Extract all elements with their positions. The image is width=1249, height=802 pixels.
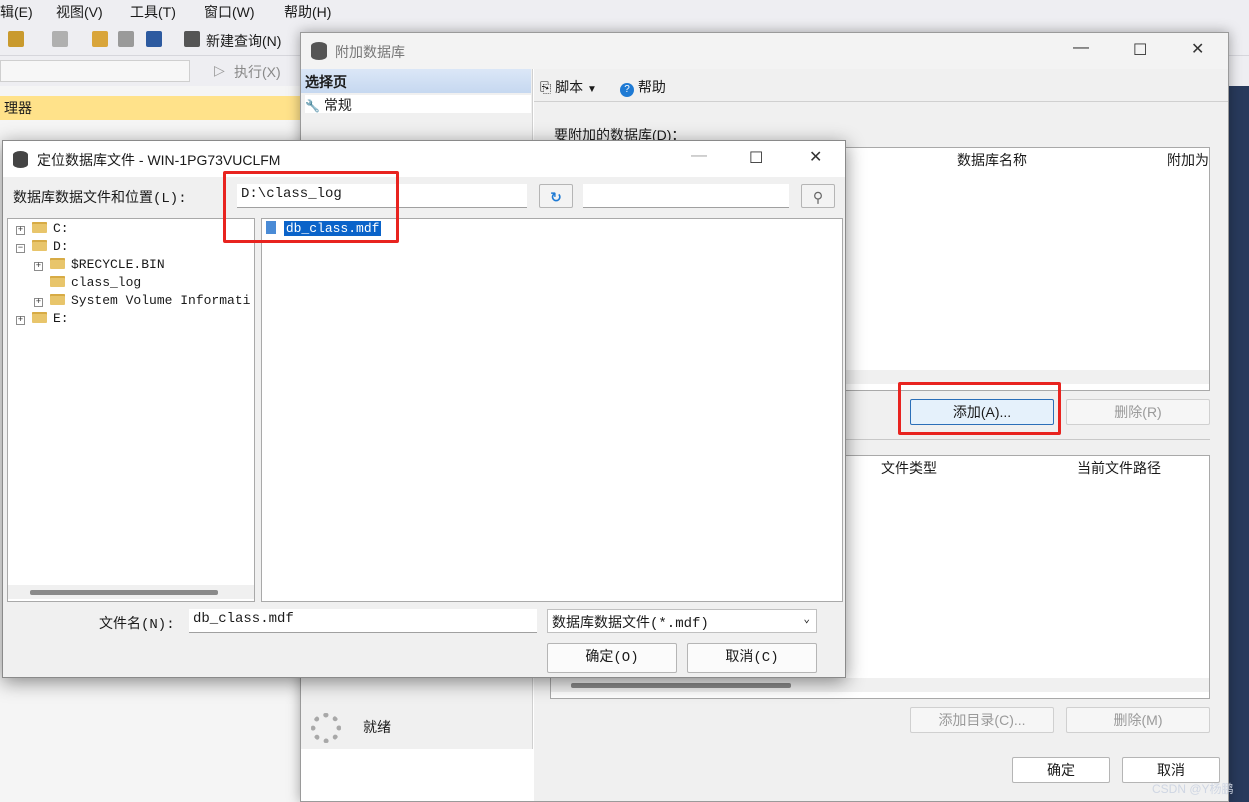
filename-label: 文件名(N): xyxy=(99,617,175,633)
remove-database-button[interactable]: 删除(R) xyxy=(1066,399,1210,425)
folder-icon xyxy=(50,276,65,287)
database-select[interactable] xyxy=(0,60,190,82)
close-icon[interactable]: ✕ xyxy=(1191,39,1204,59)
tree-item-recycle-bin[interactable]: + $RECYCLE.BIN xyxy=(34,257,165,275)
tree-item-class-log[interactable]: class_log xyxy=(34,275,141,293)
expand-icon[interactable]: + xyxy=(34,298,43,307)
minimize-icon[interactable]: — xyxy=(691,147,707,165)
locate-title: 定位数据库文件 - WIN-1PG73VUCLFM xyxy=(37,152,281,168)
new-query-button[interactable]: 新建查询(N) xyxy=(206,31,281,51)
execute-icon: ▷ xyxy=(214,62,225,78)
scrollbar-thumb[interactable] xyxy=(30,590,218,595)
file-list[interactable]: db_class.mdf xyxy=(261,218,843,602)
maximize-icon[interactable]: ☐ xyxy=(1133,40,1147,60)
expand-icon[interactable]: + xyxy=(34,262,43,271)
ssms-menu-bar: 辑(E) 视图(V) 工具(T) 窗口(W) 帮助(H) xyxy=(0,0,1249,24)
save-icon[interactable] xyxy=(118,31,134,47)
menu-edit[interactable]: 辑(E) xyxy=(0,2,33,22)
expand-icon[interactable]: + xyxy=(16,226,25,235)
close-icon[interactable]: ✕ xyxy=(809,147,822,167)
folder-tree[interactable]: + C: − D: + $RECYCLE.BIN class_log + Sys… xyxy=(7,218,255,602)
database-icon xyxy=(13,151,28,168)
column-current-path: 当前文件路径 xyxy=(1077,460,1161,476)
remove-details-button[interactable]: 删除(M) xyxy=(1066,707,1210,733)
column-attach-as: 附加为 xyxy=(1167,152,1209,168)
menu-window[interactable]: 窗口(W) xyxy=(204,2,255,22)
chevron-down-icon: ⌄ xyxy=(803,614,810,626)
status-text: 就绪 xyxy=(363,719,391,735)
tree-item-d[interactable]: − D: xyxy=(16,239,69,257)
highlight-path-and-file xyxy=(223,171,399,243)
watermark: CSDN @Y杨鹏 xyxy=(1152,782,1234,796)
database-icon xyxy=(311,42,327,60)
maximize-icon[interactable]: ☐ xyxy=(749,148,763,168)
locate-cancel-button[interactable]: 取消(C) xyxy=(687,643,817,673)
locate-database-files-dialog: 定位数据库文件 - WIN-1PG73VUCLFM — ☐ ✕ 数据库数据文件和… xyxy=(2,140,846,678)
details-scrollbar[interactable] xyxy=(551,678,1209,692)
chevron-down-icon: ▼ xyxy=(586,84,597,95)
locate-titlebar: 定位数据库文件 - WIN-1PG73VUCLFM — ☐ ✕ xyxy=(3,141,845,177)
attach-titlebar: 附加数据库 — ☐ ✕ xyxy=(301,33,1228,69)
select-page-header: 选择页 xyxy=(301,69,531,93)
progress-spinner-icon xyxy=(311,713,341,743)
file-type-select[interactable]: 数据库数据文件(*.mdf) ⌄ xyxy=(547,609,817,633)
divider xyxy=(534,101,1228,102)
script-button[interactable]: ⎘ 脚本 ▼ xyxy=(540,77,597,97)
locate-ok-button[interactable]: 确定(O) xyxy=(547,643,677,673)
column-db-name: 数据库名称 xyxy=(957,152,1027,168)
folder-icon xyxy=(32,222,47,233)
collapse-icon[interactable]: − xyxy=(16,244,25,253)
search-input[interactable] xyxy=(583,184,789,208)
path-label: 数据库数据文件和位置(L): xyxy=(13,191,187,207)
add-item-icon[interactable] xyxy=(52,31,68,47)
add-catalog-button[interactable]: 添加目录(C)... xyxy=(910,707,1054,733)
folder-icon xyxy=(32,240,47,251)
folder-icon xyxy=(32,312,47,323)
save-all-icon[interactable] xyxy=(146,31,162,47)
page-item-general[interactable]: 🔧 常规 xyxy=(305,95,531,113)
tree-scrollbar[interactable] xyxy=(8,585,254,599)
attach-ok-button[interactable]: 确定 xyxy=(1012,757,1110,783)
highlight-add-button xyxy=(898,382,1061,435)
menu-view[interactable]: 视图(V) xyxy=(56,2,103,22)
filename-input[interactable]: db_class.mdf xyxy=(189,609,537,633)
attach-title: 附加数据库 xyxy=(335,44,405,60)
new-project-icon[interactable] xyxy=(8,31,24,47)
page-item-label: 常规 xyxy=(323,97,352,113)
search-icon[interactable]: ⚲ xyxy=(801,184,835,208)
object-explorer-header: 理器 xyxy=(0,96,300,120)
tree-item-system-volume[interactable]: + System Volume Informati xyxy=(34,293,250,311)
menu-tools[interactable]: 工具(T) xyxy=(130,2,176,22)
column-file-type: 文件类型 xyxy=(881,460,937,476)
wrench-icon: 🔧 xyxy=(305,99,320,113)
new-query-icon xyxy=(184,31,200,47)
minimize-icon[interactable]: — xyxy=(1073,39,1089,57)
tree-item-c[interactable]: + C: xyxy=(16,221,69,239)
refresh-icon[interactable]: ↻ xyxy=(539,184,573,208)
folder-icon xyxy=(50,258,65,269)
tree-item-e[interactable]: + E: xyxy=(16,311,69,329)
expand-icon[interactable]: + xyxy=(16,316,25,325)
menu-help[interactable]: 帮助(H) xyxy=(284,2,331,22)
open-folder-icon[interactable] xyxy=(92,31,108,47)
help-button[interactable]: ? 帮助 xyxy=(620,77,666,97)
folder-icon xyxy=(50,294,65,305)
script-icon: ⎘ xyxy=(540,79,552,95)
execute-button[interactable]: 执行(X) xyxy=(234,62,281,82)
scrollbar-thumb[interactable] xyxy=(571,683,791,688)
help-icon: ? xyxy=(620,83,634,97)
